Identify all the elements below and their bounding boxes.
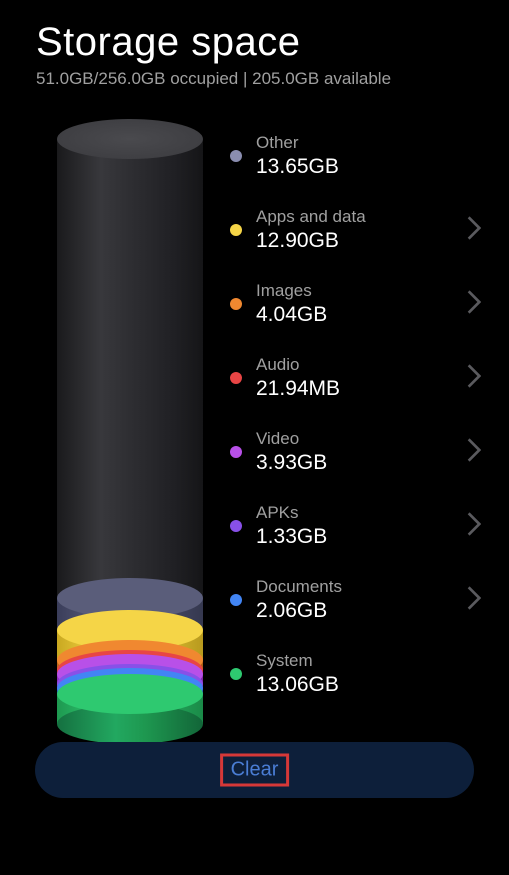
- list-item-apps[interactable]: Apps and data 12.90GB: [230, 193, 489, 267]
- category-size: 1.33GB: [256, 525, 467, 549]
- dot-icon: [230, 298, 242, 310]
- dot-icon: [230, 520, 242, 532]
- list-item-images[interactable]: Images 4.04GB: [230, 267, 489, 341]
- list-item-documents[interactable]: Documents 2.06GB: [230, 563, 489, 637]
- list-item-system: System 13.06GB: [230, 637, 489, 711]
- category-size: 13.65GB: [256, 155, 489, 179]
- header: Storage space 51.0GB/256.0GB occupied | …: [0, 0, 509, 89]
- category-label: Video: [256, 429, 467, 449]
- clear-button[interactable]: Clear: [35, 742, 474, 798]
- list-item-audio[interactable]: Audio 21.94MB: [230, 341, 489, 415]
- chevron-right-icon: [467, 586, 481, 615]
- category-size: 12.90GB: [256, 229, 467, 253]
- category-label: Images: [256, 281, 467, 301]
- chevron-right-icon: [467, 438, 481, 467]
- dot-icon: [230, 446, 242, 458]
- dot-icon: [230, 224, 242, 236]
- category-label: System: [256, 651, 489, 671]
- dot-icon: [230, 150, 242, 162]
- dot-icon: [230, 372, 242, 384]
- chevron-right-icon: [467, 512, 481, 541]
- category-label: APKs: [256, 503, 467, 523]
- list-item-apks[interactable]: APKs 1.33GB: [230, 489, 489, 563]
- category-size: 13.06GB: [256, 673, 489, 697]
- list-item-video[interactable]: Video 3.93GB: [230, 415, 489, 489]
- category-label: Other: [256, 133, 489, 153]
- chevron-right-icon: [467, 216, 481, 245]
- dot-icon: [230, 668, 242, 680]
- list-item-other: Other 13.65GB: [230, 119, 489, 193]
- dot-icon: [230, 594, 242, 606]
- category-list: Other 13.65GB Apps and data 12.90GB Imag…: [220, 119, 489, 724]
- category-label: Audio: [256, 355, 467, 375]
- page-title: Storage space: [36, 20, 473, 65]
- storage-cylinder-chart: [40, 119, 220, 724]
- category-size: 3.93GB: [256, 451, 467, 475]
- category-label: Documents: [256, 577, 467, 597]
- cylinder-segment-system: [57, 694, 203, 724]
- content: Other 13.65GB Apps and data 12.90GB Imag…: [0, 89, 509, 724]
- chevron-right-icon: [467, 364, 481, 393]
- category-size: 4.04GB: [256, 303, 467, 327]
- chevron-right-icon: [467, 290, 481, 319]
- storage-summary: 51.0GB/256.0GB occupied | 205.0GB availa…: [36, 69, 473, 89]
- category-size: 21.94MB: [256, 377, 467, 401]
- category-size: 2.06GB: [256, 599, 467, 623]
- clear-button-label: Clear: [220, 754, 290, 787]
- category-label: Apps and data: [256, 207, 467, 227]
